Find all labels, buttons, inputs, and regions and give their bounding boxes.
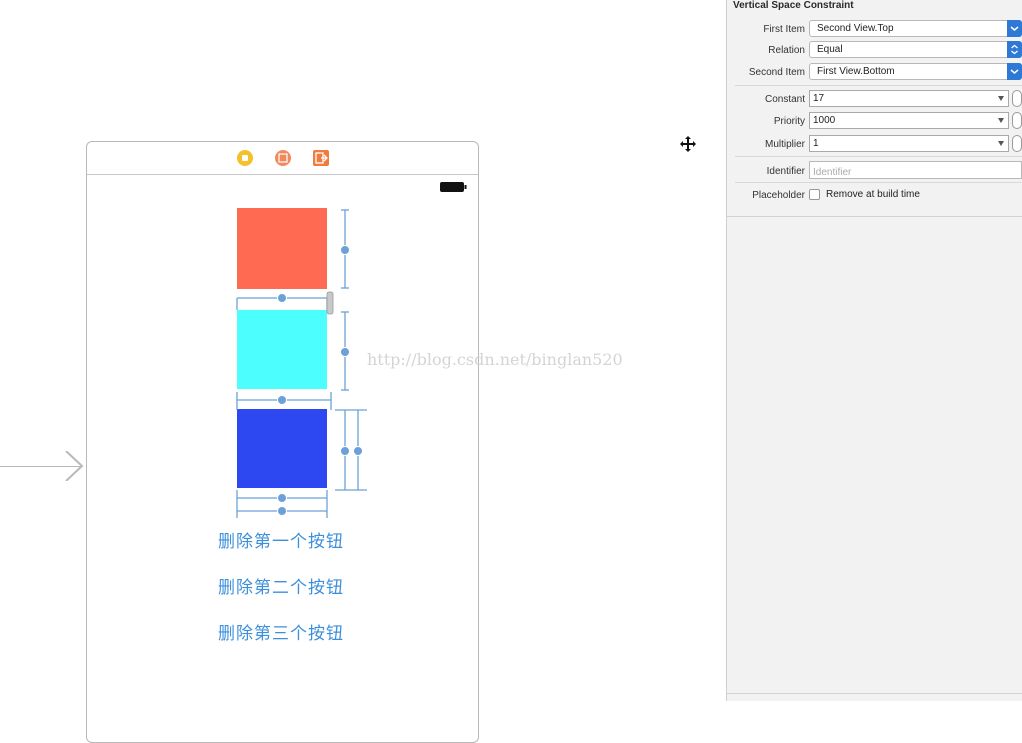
- watermark-text: http://blog.csdn.net/binglan520: [367, 350, 623, 369]
- multiplier-label: Multiplier: [764, 139, 805, 150]
- priority-combo[interactable]: 1000: [809, 112, 1009, 129]
- bottom-divider: [727, 693, 1022, 694]
- priority-label: Priority: [773, 116, 805, 127]
- scene-dock: [87, 142, 478, 175]
- dropdown-arrow-icon[interactable]: [998, 141, 1004, 146]
- constant-stepper[interactable]: [1012, 90, 1022, 107]
- identifier-label: Identifier: [766, 166, 805, 177]
- multiplier-stepper[interactable]: [1012, 135, 1022, 152]
- first-responder-icon[interactable]: [275, 150, 291, 166]
- placeholder-label: Placeholder: [752, 190, 805, 201]
- delete-third-button[interactable]: 删除第三个按钮: [218, 619, 358, 644]
- first-item-label: First Item: [763, 24, 805, 35]
- attributes-inspector: Vertical Space Constraint First Item Sec…: [726, 0, 1022, 701]
- constraint-lines: [236, 209, 367, 518]
- chevron-down-icon: [1007, 63, 1022, 80]
- first-item-popup[interactable]: Second View.Top: [809, 20, 1022, 37]
- move-cursor-icon: [680, 136, 696, 152]
- divider: [735, 156, 1022, 157]
- updown-chevron-icon: [1007, 41, 1022, 58]
- priority-stepper[interactable]: [1012, 112, 1022, 129]
- inspector-title: Vertical Space Constraint: [733, 0, 854, 11]
- delete-second-button[interactable]: 删除第二个按钮: [218, 573, 358, 598]
- chevron-down-icon: [1007, 20, 1022, 37]
- identifier-field[interactable]: [813, 167, 1013, 178]
- view-controller-scene[interactable]: 删除第一个按钮 删除第二个按钮 删除第三个按钮: [86, 141, 479, 743]
- multiplier-combo[interactable]: 1: [809, 135, 1009, 152]
- relation-popup[interactable]: Equal: [809, 41, 1022, 58]
- dropdown-arrow-icon[interactable]: [998, 118, 1004, 123]
- remove-at-build-time-label: Remove at build time: [826, 189, 920, 200]
- battery-icon: [440, 182, 467, 192]
- second-item-popup[interactable]: First View.Bottom: [809, 63, 1022, 80]
- remove-at-build-time-checkbox[interactable]: [809, 189, 820, 200]
- second-item-label: Second Item: [748, 67, 805, 78]
- dropdown-arrow-icon[interactable]: [998, 96, 1004, 101]
- relation-label: Relation: [768, 45, 805, 56]
- divider: [735, 182, 1022, 183]
- view-controller-icon[interactable]: [237, 150, 253, 166]
- delete-first-button[interactable]: 删除第一个按钮: [218, 527, 358, 552]
- constant-combo[interactable]: 17: [809, 90, 1009, 107]
- constant-label: Constant: [764, 94, 805, 105]
- divider: [735, 85, 1022, 86]
- exit-icon[interactable]: [313, 150, 329, 166]
- identifier-field-wrapper: [809, 161, 1022, 179]
- section-divider: [727, 216, 1022, 217]
